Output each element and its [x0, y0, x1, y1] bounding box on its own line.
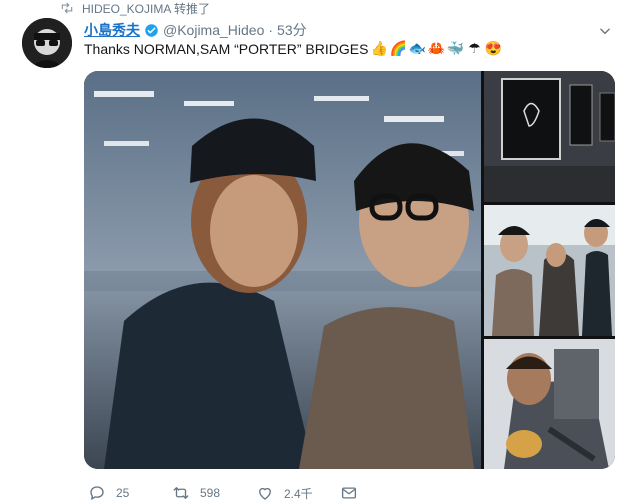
emoji-crab: 🦀 [427, 40, 446, 56]
like-icon [259, 487, 271, 500]
retweet-button[interactable]: 598 [172, 484, 256, 502]
tweet-timestamp[interactable]: 53分 [277, 20, 307, 40]
verified-badge-icon [145, 23, 158, 37]
main-photo[interactable] [84, 71, 481, 469]
emoji-whale: 🐳 [446, 40, 465, 56]
avatar[interactable] [22, 18, 72, 68]
thumb-figure-closeup[interactable] [484, 339, 615, 469]
emoji-list: 👍 🌈 🐟 🦀 🐳 ☂ 😍 [370, 40, 502, 57]
user-handle[interactable]: @Kojima_Hideo [163, 22, 264, 38]
emoji-rainbow: 🌈 [389, 40, 408, 56]
media-grid [84, 71, 615, 469]
reply-icon [90, 486, 104, 500]
emoji-thumbs-up: 👍 [370, 40, 389, 56]
direct-message-button[interactable] [340, 484, 358, 502]
like-button[interactable]: 2.4千 [256, 484, 340, 502]
thumb-gallery[interactable] [484, 71, 615, 202]
retweet-context[interactable]: HIDEO_KOJIMA 转推了 [60, 0, 210, 16]
retweet-icon [173, 487, 189, 499]
retweet-context-text: HIDEO_KOJIMA 转推了 [82, 1, 211, 16]
retweet-icon [61, 2, 73, 14]
tweet-text-body: Thanks NORMAN,SAM “PORTER” BRIDGES [84, 40, 369, 57]
tweet-header: 小島秀夫 @Kojima_Hideo · 53分 [84, 20, 307, 40]
emoji-heart-eyes: 😍 [484, 40, 503, 56]
thumb-figure-kojima[interactable] [484, 205, 615, 336]
display-name[interactable]: 小島秀夫 [84, 20, 140, 40]
emoji-umbrella: ☂ [468, 40, 481, 56]
avatar-image [22, 18, 72, 68]
tweet-actions: 25 598 2.4千 [88, 483, 358, 502]
emoji-fish: 🐟 [408, 40, 427, 56]
retweet-count: 598 [200, 486, 221, 500]
reply-button[interactable]: 25 [88, 484, 172, 502]
separator-dot: · [268, 22, 274, 38]
like-count: 2.4千 [284, 486, 313, 501]
reply-count: 25 [116, 486, 130, 500]
tweet-text: Thanks NORMAN,SAM “PORTER” BRIDGES 👍 🌈 🐟… [84, 40, 502, 57]
dm-icon [341, 487, 357, 499]
chevron-down-icon[interactable] [598, 24, 612, 38]
